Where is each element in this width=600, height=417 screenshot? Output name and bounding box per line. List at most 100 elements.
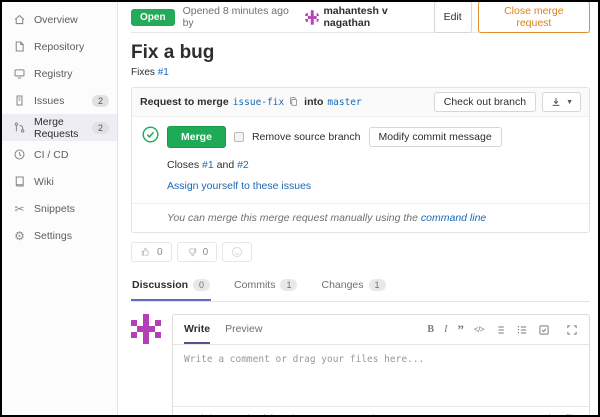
- new-comment-section: Write Preview B I ” </>: [131, 314, 590, 415]
- italic-icon[interactable]: I: [444, 324, 447, 335]
- thumbs-down-button[interactable]: 0: [177, 242, 218, 262]
- tab-write[interactable]: Write: [184, 315, 210, 344]
- mr-widget-header: Request to merge issue-fix into master C…: [132, 88, 589, 117]
- tab-label: Discussion: [132, 279, 188, 291]
- sidebar-item-wiki[interactable]: Wiki: [2, 168, 117, 195]
- closes-issue-link-1[interactable]: #1: [202, 159, 214, 171]
- closes-issues-line: Closes #1 and #2: [167, 159, 579, 171]
- tab-label: Commits: [234, 279, 275, 291]
- commits-count-badge: 1: [280, 279, 297, 291]
- sidebar-item-ci-cd[interactable]: CI / CD: [2, 141, 117, 168]
- assign-yourself-link[interactable]: Assign yourself to these issues: [167, 180, 311, 192]
- quote-icon[interactable]: ”: [457, 326, 464, 334]
- scissors-icon: ✂: [12, 201, 27, 216]
- tab-commits[interactable]: Commits 1: [233, 272, 298, 301]
- comment-editor: Write Preview B I ” </>: [172, 314, 590, 415]
- issues-icon: [12, 93, 27, 108]
- footer-supported-text: are supported: [313, 414, 375, 416]
- mr-widget: Request to merge issue-fix into master C…: [131, 87, 590, 233]
- home-icon: [12, 12, 27, 27]
- mr-widget-body: Merge Remove source branch Modify commit…: [132, 117, 589, 203]
- thumbs-up-icon: [140, 246, 152, 258]
- merge-request-page: Open Opened 8 minutes ago by mahantesh v…: [118, 2, 598, 415]
- editor-toolbar: B I ” </>: [427, 324, 578, 336]
- merge-requests-count-badge: 2: [92, 122, 109, 134]
- edit-button[interactable]: Edit: [434, 2, 472, 33]
- opened-text: Opened 8 minutes ago by: [183, 5, 299, 29]
- editor-footer: Markdown and quick actions are supported…: [173, 406, 589, 415]
- request-to-merge-text: Request to merge: [140, 96, 229, 108]
- into-text: into: [304, 96, 323, 108]
- sidebar-item-settings[interactable]: ⚙ Settings: [2, 222, 117, 249]
- thumbs-down-icon: [186, 246, 198, 258]
- sidebar-item-label: Merge Requests: [34, 116, 92, 140]
- mr-widget-footer: You can merge this merge request manuall…: [132, 203, 589, 232]
- smiley-icon: [231, 246, 243, 258]
- sidebar-item-repository[interactable]: Repository: [2, 33, 117, 60]
- sidebar-item-label: CI / CD: [34, 149, 68, 161]
- fixes-issue-link[interactable]: #1: [158, 67, 169, 78]
- attach-a-file[interactable]: Attach a file: [510, 413, 578, 415]
- sidebar-item-label: Overview: [34, 14, 78, 26]
- tab-preview[interactable]: Preview: [225, 315, 262, 344]
- merge-request-icon: [12, 120, 27, 135]
- chevron-down-icon: ▼: [566, 99, 573, 106]
- copy-branch-icon[interactable]: [288, 96, 299, 109]
- author-name[interactable]: mahantesh v nagathan: [323, 5, 433, 29]
- close-merge-request-button-top[interactable]: Close merge request: [478, 2, 590, 33]
- download-icon: [550, 96, 562, 108]
- sidebar-item-label: Repository: [34, 41, 84, 53]
- attach-a-file-link[interactable]: Attach a file: [526, 414, 578, 416]
- modify-commit-message-button[interactable]: Modify commit message: [369, 127, 502, 147]
- status-badge-open: Open: [131, 9, 175, 26]
- command-line-link[interactable]: command line: [421, 212, 486, 224]
- fullscreen-icon[interactable]: [566, 324, 578, 336]
- closes-issue-link-2[interactable]: #2: [237, 159, 249, 171]
- assign-yourself-line: Assign yourself to these issues: [167, 180, 579, 192]
- sidebar-item-label: Registry: [34, 68, 73, 80]
- quick-actions-link[interactable]: quick actions: [252, 414, 310, 416]
- manual-merge-text: You can merge this merge request manuall…: [167, 212, 418, 224]
- sidebar-item-registry[interactable]: Registry: [2, 60, 117, 87]
- code-icon[interactable]: </>: [474, 325, 484, 334]
- source-branch-label[interactable]: issue-fix: [233, 97, 284, 108]
- merge-button[interactable]: Merge: [167, 126, 226, 148]
- page-title: Fix a bug: [131, 42, 590, 64]
- mergeable-check-icon: [142, 126, 159, 148]
- editor-header: Write Preview B I ” </>: [173, 315, 589, 345]
- mr-state-header: Open Opened 8 minutes ago by mahantesh v…: [131, 2, 590, 33]
- tab-discussion[interactable]: Discussion 0: [131, 272, 211, 301]
- sidebar-item-snippets[interactable]: ✂ Snippets: [2, 195, 117, 222]
- project-sidebar: Overview Repository Registry Issues 2 Me…: [2, 2, 118, 415]
- sidebar-item-label: Snippets: [34, 203, 75, 215]
- check-out-branch-button[interactable]: Check out branch: [434, 92, 536, 112]
- author-avatar: [305, 10, 320, 25]
- tab-label: Changes: [321, 279, 363, 291]
- sidebar-item-overview[interactable]: Overview: [2, 6, 117, 33]
- target-branch-label[interactable]: master: [327, 97, 361, 108]
- document-icon: [12, 39, 27, 54]
- comment-textarea[interactable]: [173, 345, 589, 401]
- book-icon: [12, 174, 27, 189]
- bullet-list-icon[interactable]: [494, 324, 506, 336]
- add-emoji-button[interactable]: [222, 242, 252, 262]
- sidebar-item-merge-requests[interactable]: Merge Requests 2: [2, 114, 117, 141]
- sidebar-item-label: Issues: [34, 95, 64, 107]
- issues-count-badge: 2: [92, 95, 109, 107]
- remove-source-branch-checkbox[interactable]: [234, 132, 244, 142]
- thumbs-up-button[interactable]: 0: [131, 242, 172, 262]
- sidebar-item-issues[interactable]: Issues 2: [2, 87, 117, 114]
- sidebar-item-label: Settings: [34, 230, 72, 242]
- changes-count-badge: 1: [369, 279, 386, 291]
- task-list-icon[interactable]: [538, 324, 550, 336]
- thumbs-down-count: 0: [203, 247, 209, 258]
- merge-controls-row: Merge Remove source branch Modify commit…: [142, 126, 579, 148]
- mr-tabs: Discussion 0 Commits 1 Changes 1: [131, 272, 590, 302]
- mr-description: Fixes #1: [131, 67, 590, 78]
- download-dropdown-button[interactable]: ▼: [542, 92, 581, 112]
- markdown-link[interactable]: Markdown: [184, 414, 230, 416]
- closes-and-text: and: [217, 159, 235, 171]
- numbered-list-icon[interactable]: [516, 324, 528, 336]
- tab-changes[interactable]: Changes 1: [320, 272, 386, 301]
- bold-icon[interactable]: B: [427, 324, 434, 335]
